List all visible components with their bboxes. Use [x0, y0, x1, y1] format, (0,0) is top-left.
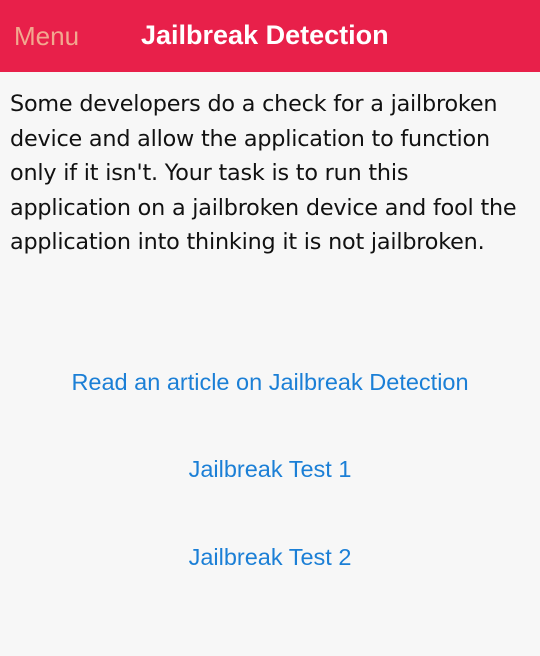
- jailbreak-test-1-button[interactable]: Jailbreak Test 1: [0, 454, 540, 484]
- navigation-bar: Menu Jailbreak Detection: [0, 0, 540, 72]
- read-article-link[interactable]: Read an article on Jailbreak Detection: [0, 367, 540, 397]
- menu-button[interactable]: Menu: [14, 20, 79, 52]
- challenge-description: Some developers do a check for a jailbro…: [10, 91, 517, 256]
- jailbreak-detection-screen: Menu Jailbreak Detection Some developers…: [0, 0, 540, 656]
- jailbreak-test-2-button[interactable]: Jailbreak Test 2: [0, 542, 540, 572]
- page-title: Jailbreak Detection: [141, 20, 389, 50]
